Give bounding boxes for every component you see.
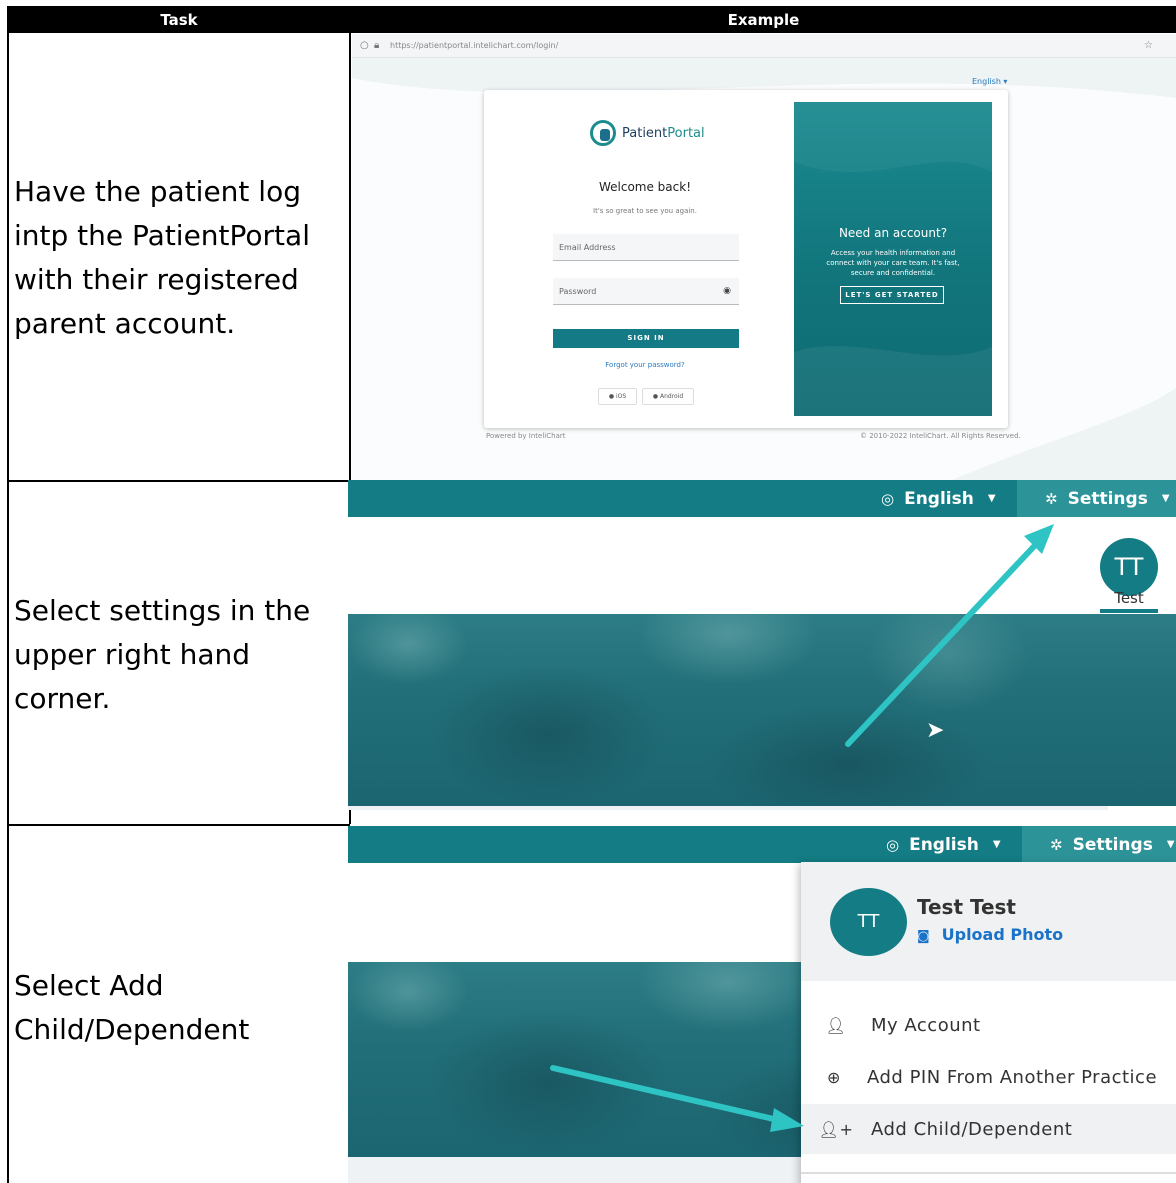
- url-text: https://patientportal.intelichart.com/lo…: [390, 41, 559, 50]
- copyright: © 2010-2022 InteliChart. All Rights Rese…: [860, 432, 1021, 440]
- browser-url-bar[interactable]: ○ 🔒︎ https://patientportal.intelichart.c…: [352, 34, 1176, 58]
- globe-icon: ◎: [886, 835, 900, 854]
- avatar: TT: [830, 888, 907, 956]
- user-gear-icon: 👤︎: [825, 1015, 847, 1035]
- language-dropdown[interactable]: ◎ English ▼: [886, 826, 1001, 863]
- menu-divider: [801, 1172, 1176, 1174]
- gear-icon: ✲: [1045, 489, 1058, 508]
- menu-item-my-account[interactable]: 👤︎ My Account: [801, 1000, 1176, 1050]
- globe-icon: ◎: [881, 489, 895, 508]
- caret-down-icon: ▼: [1161, 493, 1170, 504]
- camera-icon: ◙: [917, 929, 930, 944]
- powered-by: Powered by InteliChart: [486, 432, 566, 440]
- table-divider-row1: [349, 33, 351, 482]
- settings-screenshot: ◎ English ▼ ✲ Settings ▼ TT Test ➤: [348, 480, 1176, 810]
- table-row-line-1: [7, 480, 350, 482]
- get-started-button[interactable]: LET'S GET STARTED: [840, 286, 944, 304]
- menu-item-add-pin[interactable]: ⊕ Add PIN From Another Practice: [801, 1052, 1176, 1102]
- settings-dropdown[interactable]: ✲ Settings ▼: [1022, 826, 1176, 863]
- eye-icon[interactable]: ◉: [723, 286, 731, 296]
- forgot-password-link[interactable]: Forgot your password?: [484, 361, 806, 369]
- menu-profile-header: TT Test Test ◙ Upload Photo: [801, 862, 1176, 981]
- settings-menu: TT Test Test ◙ Upload Photo 👤︎ My Account…: [801, 862, 1176, 1183]
- email-field[interactable]: Email Address: [553, 234, 739, 261]
- header-task: Task: [7, 6, 351, 33]
- avatar-name[interactable]: Test: [1100, 589, 1158, 607]
- patientportal-logo: PatientPortal: [590, 120, 705, 146]
- apple-icon: ●: [608, 393, 615, 400]
- task-step-2: Select settings in the upper right hand …: [14, 594, 311, 715]
- top-nav-bar: ◎ English ▼ ✲ Settings ▼: [348, 480, 1176, 517]
- forest-banner: [348, 614, 1176, 806]
- caret-down-icon: ▼: [987, 493, 996, 504]
- settings-dropdown[interactable]: ✲ Settings ▼: [1017, 480, 1176, 517]
- shield-icon: ○: [360, 40, 369, 51]
- caret-down-icon: ▼: [1166, 839, 1175, 850]
- menu-screenshot: ◎ English ▼ ✲ Settings ▼ TT Test Test ◙ Upl…: [348, 826, 1176, 1183]
- header-example: Example: [351, 6, 1176, 33]
- top-nav-bar: ◎ English ▼ ✲ Settings ▼: [348, 826, 1176, 863]
- android-icon: ●: [652, 393, 659, 400]
- caret-down-icon: ▼: [992, 839, 1001, 850]
- sign-in-button[interactable]: SIGN IN: [553, 329, 739, 348]
- login-screenshot: ○ 🔒︎ https://patientportal.intelichart.c…: [352, 34, 1176, 480]
- welcome-heading: Welcome back!: [598, 180, 692, 194]
- signup-panel: Need an account? Access your health info…: [794, 102, 992, 416]
- avatar[interactable]: TT: [1100, 538, 1158, 596]
- user-name: Test Test: [917, 895, 1016, 919]
- language-select[interactable]: English ▾: [972, 77, 1007, 86]
- instruction-table: Task Example Have the patient log intp t…: [0, 0, 1176, 1183]
- menu-item-add-child[interactable]: 👤︎+ Add Child/Dependent: [801, 1104, 1176, 1154]
- content-edge: [348, 806, 1108, 810]
- task-step-1: Have the patient log intp the PatientPor…: [14, 175, 310, 340]
- language-dropdown[interactable]: ◎ English ▼: [881, 480, 996, 517]
- user-plus-icon: 👤︎+: [818, 1119, 854, 1139]
- mouse-cursor-icon: ➤: [926, 718, 945, 743]
- table-border-left: [7, 6, 9, 1183]
- signup-title: Need an account?: [838, 226, 948, 240]
- login-card: PatientPortal Welcome back! It's so grea…: [484, 90, 1008, 428]
- password-field[interactable]: Password ◉: [553, 278, 739, 305]
- table-row-line-2: [7, 824, 350, 826]
- ios-app-button[interactable]: ● iOS: [598, 388, 637, 405]
- upload-photo-link[interactable]: ◙ Upload Photo: [917, 925, 1063, 944]
- plus-circle-icon: ⊕: [827, 1067, 841, 1087]
- task-step-3: Select Add Child/Dependent: [14, 969, 250, 1046]
- gear-icon: ✲: [1050, 835, 1063, 854]
- table-divider-row2: [349, 810, 351, 824]
- android-app-button[interactable]: ● Android: [642, 388, 694, 405]
- signup-body: Access your health information and conne…: [826, 249, 960, 277]
- logo-icon: [590, 120, 616, 146]
- welcome-subtitle: It's so great to see you again.: [593, 207, 697, 215]
- lock-icon: 🔒︎: [374, 40, 380, 51]
- star-icon[interactable]: ☆: [1144, 40, 1153, 51]
- avatar-underline: [1100, 609, 1158, 613]
